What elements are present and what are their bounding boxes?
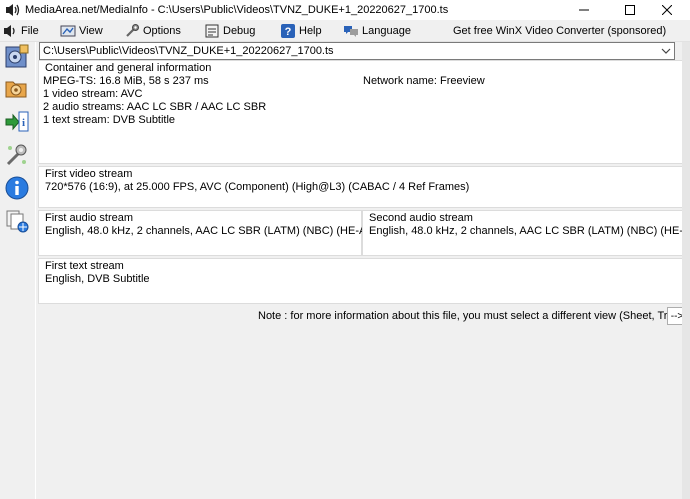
text-stream-panel: First text stream English, DVB Subtitle [38,258,686,304]
menu-view-label: View [79,24,103,37]
menu-help-label: Help [299,24,322,37]
audio-stream-1-details: English, 48.0 kHz, 2 channels, AAC LC SB… [45,225,386,237]
chevron-down-icon[interactable] [661,47,671,55]
menu-file[interactable]: File [2,20,39,41]
audio-stream-1-panel: First audio stream English, 48.0 kHz, 2 … [38,210,385,256]
audio-stream-1-title: First audio stream [45,212,134,224]
audio-stream-2-panel: Second audio stream English, 48.0 kHz, 2… [362,210,690,256]
menu-options[interactable]: Options [124,20,181,41]
general-info-panel: Container and general information MPEG-T… [38,60,686,164]
debug-menu-icon [205,24,219,37]
menu-debug-label: Debug [223,24,256,37]
text-stream-details: English, DVB Subtitle [45,273,150,285]
menu-file-label: File [21,24,39,37]
file-selector-value: C:\Users\Public\Videos\TVNZ_DUKE+1_20220… [43,45,334,57]
options-menu-icon [126,23,139,37]
open-folder-icon[interactable] [4,75,30,101]
general-audio-count: 2 audio streams: AAC LC SBR / AAC LC SBR [43,101,267,113]
menu-sponsored-label: Get free WinX Video Converter (sponsored… [453,24,667,37]
file-selector[interactable]: C:\Users\Public\Videos\TVNZ_DUKE+1_20220… [39,42,675,60]
minimize-icon [579,9,589,11]
open-file-icon[interactable] [4,44,30,70]
knowledge-base-icon[interactable] [4,208,30,234]
help-menu-icon: ? [281,23,295,38]
svg-text:?: ? [285,26,292,38]
video-stream-title: First video stream [45,168,133,180]
general-network: Network name: Freeview [363,75,485,87]
text-stream-title: First text stream [45,260,124,272]
maximize-icon [625,5,635,15]
window-edge [682,42,690,499]
menu-debug[interactable]: Debug [204,20,255,41]
main-area: C:\Users\Public\Videos\TVNZ_DUKE+1_20220… [36,42,690,499]
menu-sponsored[interactable]: Get free WinX Video Converter (sponsored… [453,20,666,41]
title-bar: MediaArea.net/MediaInfo - C:\Users\Publi… [0,0,690,20]
general-format: MPEG-TS: 16.8 MiB, 58 s 237 ms [43,75,209,87]
menu-language[interactable]: Language [343,20,411,41]
video-stream-details: 720*576 (16:9), at 25.000 FPS, AVC (Comp… [45,181,470,193]
audio-stream-2-details: English, 48.0 kHz, 2 channels, AAC LC SB… [369,225,690,237]
file-menu-icon [4,24,15,37]
view-menu-icon [60,25,76,36]
close-button[interactable] [644,0,690,20]
language-menu-icon [344,25,358,37]
general-text-count: 1 text stream: DVB Subtitle [43,114,176,126]
video-stream-panel: First video stream 720*576 (16:9), at 25… [38,166,686,208]
general-video-count: 1 video stream: AVC [43,88,143,100]
menu-options-label: Options [143,24,181,37]
svg-text:i: i [22,117,25,129]
close-icon [662,5,672,15]
export-icon[interactable]: i [4,109,30,135]
window-title: MediaArea.net/MediaInfo - C:\Users\Publi… [25,4,449,16]
view-note: Note : for more information about this f… [258,310,690,322]
mediainfo-app-icon [6,4,20,16]
menu-help[interactable]: ? Help [280,20,322,41]
minimize-button[interactable] [561,0,607,20]
menu-bar: File View Options Debug ? Help Language … [0,20,690,42]
general-info-title: Container and general information [45,62,212,74]
audio-stream-2-title: Second audio stream [369,212,473,224]
preferences-icon[interactable] [4,142,30,168]
about-icon[interactable] [4,175,30,201]
sidebar-toolbar: i [0,42,35,499]
menu-language-label: Language [362,24,411,37]
menu-view[interactable]: View [60,20,103,41]
